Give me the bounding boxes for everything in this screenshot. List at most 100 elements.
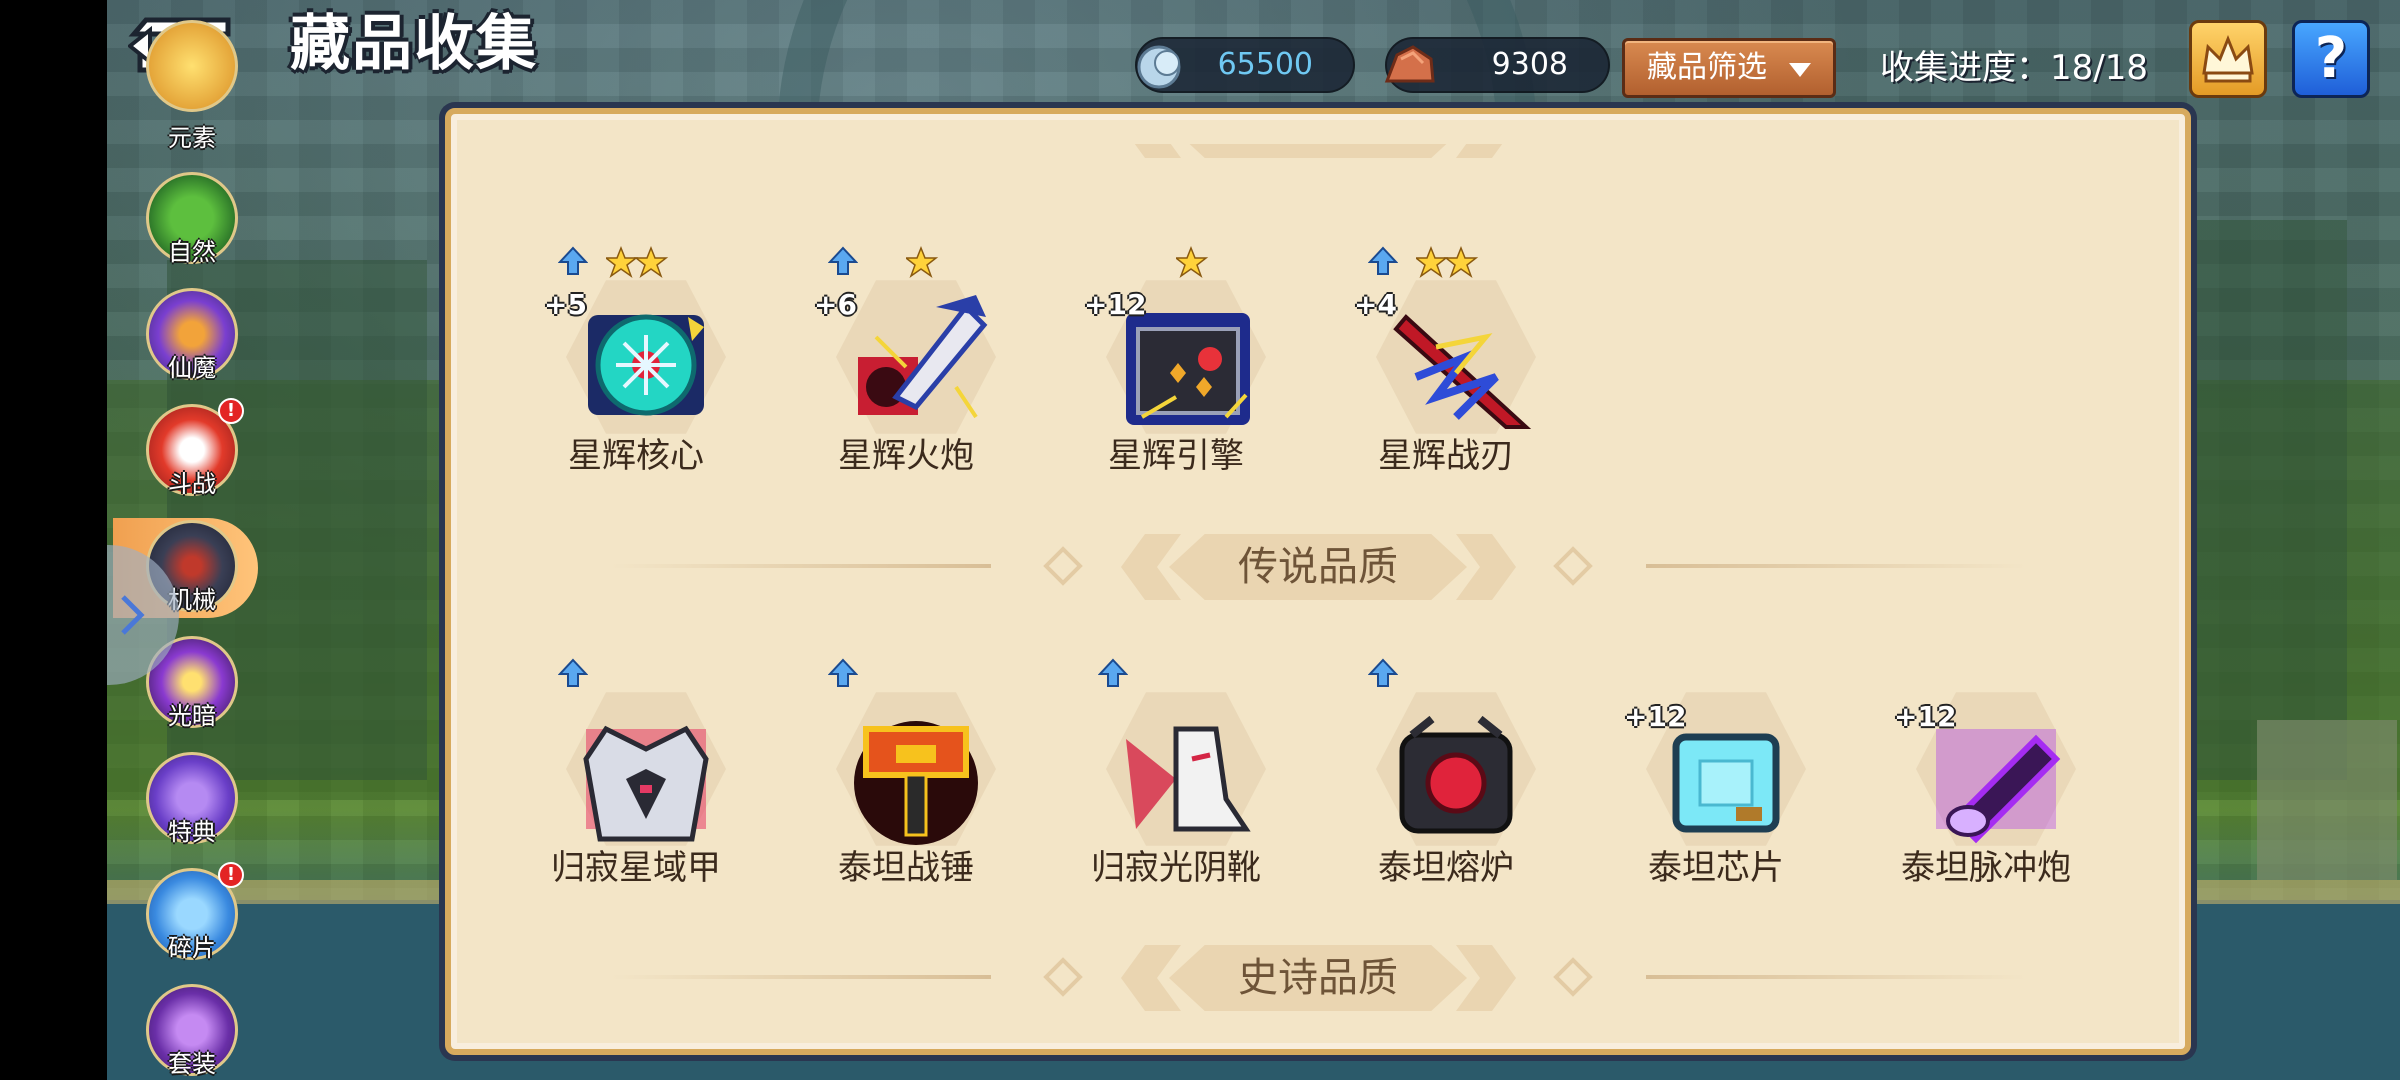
page-title: 藏品收集 [290, 9, 538, 79]
divider-line [611, 564, 991, 568]
section-header-legendary: 传说品质 [451, 516, 2185, 616]
void-boots-icon [1126, 726, 1251, 832]
item-frame [566, 277, 726, 437]
upgrade-arrow-icon [1098, 658, 1128, 687]
star-armor-icon [583, 725, 709, 842]
item-frame [836, 277, 996, 437]
item-level: +5 [544, 288, 587, 321]
star-rating-icon [1416, 246, 1479, 278]
upgrade-arrow-icon [828, 658, 858, 687]
divider-diamond [1553, 957, 1593, 997]
gem-amount: 65500 [1217, 47, 1313, 82]
collection-scroll-area[interactable]: 绝世品质 +5 星辉核心 [451, 144, 2185, 1034]
collection-item[interactable]: 归寂星域甲 [536, 654, 736, 904]
sidebar-item-label: 碎片 [168, 934, 216, 962]
section-header-epic: 史诗品质 [451, 927, 2185, 1027]
item-name: 星辉火炮 [838, 436, 974, 476]
sidebar-item-set[interactable]: 套装 [146, 984, 238, 1080]
collection-item[interactable]: +6 星辉火炮 [806, 242, 1006, 492]
collection-item[interactable]: +12 星辉引擎 [1076, 242, 1276, 492]
item-frame [1376, 277, 1536, 437]
sidebar-item-label: 自然 [168, 238, 216, 266]
star-blade-icon [1393, 314, 1532, 429]
upgrade-arrow-icon [1368, 658, 1398, 687]
element-icon [146, 20, 238, 112]
star-rating-icon [1176, 246, 1209, 278]
collection-item[interactable]: 泰坦熔炉 [1346, 654, 1546, 904]
item-level: +12 [1894, 700, 1957, 733]
item-frame [836, 689, 996, 849]
item-name: 泰坦战锤 [838, 848, 974, 888]
question-mark-icon: ? [2314, 26, 2348, 91]
collection-item[interactable]: +4 星辉战刃 [1346, 242, 1546, 492]
item-frame [1106, 689, 1266, 849]
notification-badge: ! [218, 862, 244, 888]
sidebar-item-label: 斗战 [168, 470, 216, 498]
sidebar-item-element[interactable]: 元素 [146, 20, 238, 160]
collection-reward-button[interactable] [2189, 20, 2267, 98]
item-name: 泰坦芯片 [1648, 848, 1784, 888]
item-level: +12 [1624, 700, 1687, 733]
item-name: 归寂光阴靴 [1091, 848, 1261, 888]
divider-line [1646, 975, 2026, 979]
sidebar-item-special[interactable]: 特典 [146, 752, 238, 852]
ore-amount: 9308 [1491, 47, 1568, 82]
panel-corner [451, 114, 485, 148]
sidebar-item-label: 特典 [168, 818, 216, 846]
filter-label: 藏品筛选 [1647, 50, 1767, 85]
titan-hammer-icon [854, 721, 978, 845]
collection-progress: 收集进度：18/18 [1880, 48, 2148, 88]
panel-corner [2151, 114, 2185, 148]
item-name: 星辉引擎 [1108, 436, 1244, 476]
item-frame [1376, 689, 1536, 849]
collection-item[interactable]: 归寂光阴靴 [1076, 654, 1276, 904]
divider-line [1646, 564, 2026, 568]
item-name: 泰坦脉冲炮 [1901, 848, 2071, 888]
divider-diamond [1553, 546, 1593, 586]
item-name: 归寂星域甲 [551, 848, 721, 888]
gem-currency-display: 65500 [1135, 37, 1355, 93]
help-button[interactable]: ? [2292, 20, 2370, 98]
upgrade-arrow-icon [1368, 246, 1398, 275]
titan-furnace-icon [1399, 715, 1513, 834]
crystal-coin-icon [1137, 45, 1181, 89]
sidebar-item-label: 元素 [168, 124, 216, 152]
sidebar-item-label: 光暗 [168, 702, 216, 730]
upgrade-arrow-icon [558, 658, 588, 687]
item-level: +12 [1084, 288, 1147, 321]
crown-badge-icon [2202, 34, 2254, 83]
star-rating-icon [606, 246, 669, 278]
collection-item[interactable]: 泰坦战锤 [806, 654, 1006, 904]
item-name: 星辉战刃 [1378, 436, 1514, 476]
section-title: 传说品质 [1238, 544, 1398, 590]
sidebar-item-shard[interactable]: 碎片 ! [146, 862, 244, 968]
sidebar-item-battle[interactable]: 斗战 ! [146, 398, 244, 504]
collection-filter-dropdown[interactable]: 藏品筛选 [1622, 38, 1836, 98]
ore-chunk-icon [1384, 45, 1435, 83]
chevron-right-icon [121, 595, 145, 635]
divider-line [611, 975, 991, 979]
ore-currency-display: 9308 [1384, 37, 1610, 93]
collection-item[interactable]: +12 泰坦芯片 [1616, 654, 1816, 904]
section-header-peerless: 绝世品质 [451, 144, 2185, 174]
collection-panel: 绝世品质 +5 星辉核心 [445, 108, 2191, 1055]
sidebar-item-nature[interactable]: 自然 [146, 172, 238, 272]
divider-diamond [1043, 546, 1083, 586]
sidebar-item-label: 仙魔 [168, 354, 216, 382]
item-frame [566, 689, 726, 849]
sidebar-item-immortal-demon[interactable]: 仙魔 [146, 288, 238, 388]
item-level: +4 [1354, 288, 1397, 321]
star-cannon-icon [858, 295, 988, 419]
item-level: +6 [814, 288, 857, 321]
collection-item[interactable]: +12 泰坦脉冲炮 [1886, 654, 2086, 904]
notification-badge: ! [218, 398, 244, 424]
item-name: 星辉核心 [568, 436, 704, 476]
sidebar-item-label: 套装 [168, 1050, 216, 1078]
collection-item[interactable]: +5 星辉核心 [536, 242, 736, 492]
upgrade-arrow-icon [828, 246, 858, 275]
star-core-icon [588, 314, 704, 416]
section-title: 绝世品质 [1169, 144, 1467, 158]
star-rating-icon [906, 246, 939, 278]
section-title: 史诗品质 [1238, 955, 1398, 1001]
upgrade-arrow-icon [558, 246, 588, 275]
